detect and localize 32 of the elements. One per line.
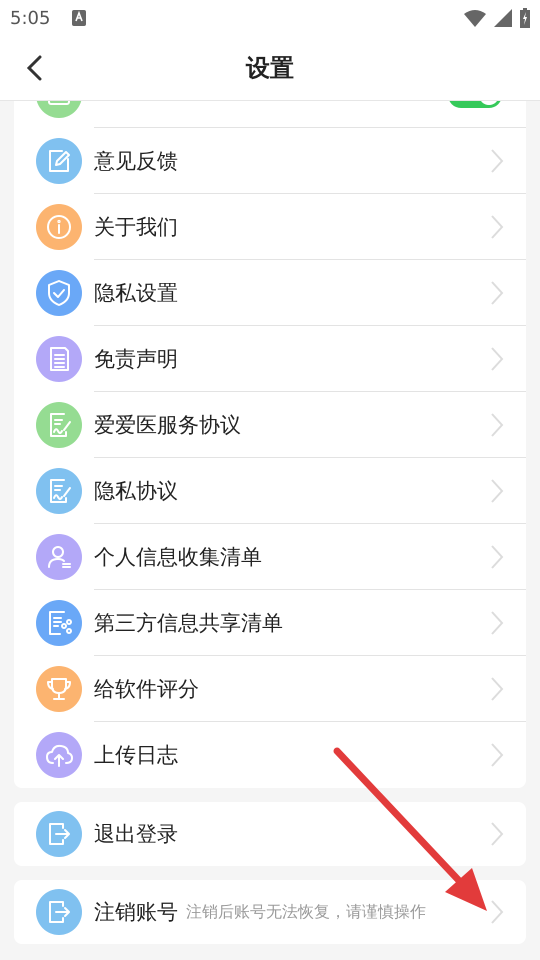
settings-item-label[interactable]: 上传日志 bbox=[94, 741, 178, 769]
settings-item-label[interactable]: 第三方信息共享清单 bbox=[94, 608, 283, 636]
warning-note: 注销后账号无法恢复，请谨慎操作 bbox=[186, 902, 426, 922]
settings-item-label[interactable]: 个人信息收集清单 bbox=[94, 542, 262, 570]
chevron-right-icon bbox=[490, 544, 504, 570]
chevron-right-icon bbox=[490, 742, 504, 768]
chevron-right-icon bbox=[490, 412, 504, 438]
chevron-right-icon bbox=[490, 821, 504, 847]
keyboard-notification-icon bbox=[72, 10, 86, 26]
settings-item-label[interactable]: 关于我们 bbox=[94, 212, 178, 240]
settings-item-label[interactable]: 爱爱医服务协议 bbox=[94, 410, 241, 438]
settings-item-label[interactable]: 意见反馈 bbox=[94, 146, 178, 174]
chevron-right-icon bbox=[490, 610, 504, 636]
chevron-right-icon bbox=[490, 280, 504, 306]
settings-item-label[interactable]: 免责声明 bbox=[94, 344, 178, 372]
wifi-icon bbox=[464, 9, 486, 27]
chevron-right-icon bbox=[490, 899, 504, 925]
page-title: 设置 bbox=[246, 53, 294, 84]
chevron-right-icon bbox=[490, 214, 504, 240]
status-time: 5:05 bbox=[10, 8, 50, 28]
settings-item-label[interactable]: 给软件评分 bbox=[94, 674, 199, 702]
settings-item-label[interactable]: 隐私协议 bbox=[94, 476, 178, 504]
chevron-right-icon bbox=[490, 346, 504, 372]
battery-icon bbox=[520, 8, 530, 28]
settings-item-label[interactable]: 注销账号 bbox=[94, 898, 178, 926]
chevron-right-icon bbox=[490, 676, 504, 702]
signal-icon bbox=[494, 9, 512, 27]
settings-item-label[interactable]: 隐私设置 bbox=[94, 278, 178, 306]
settings-item-label[interactable]: 退出登录 bbox=[94, 820, 178, 848]
back-icon[interactable] bbox=[26, 55, 42, 81]
chevron-right-icon bbox=[490, 478, 504, 504]
chevron-right-icon bbox=[490, 148, 504, 174]
